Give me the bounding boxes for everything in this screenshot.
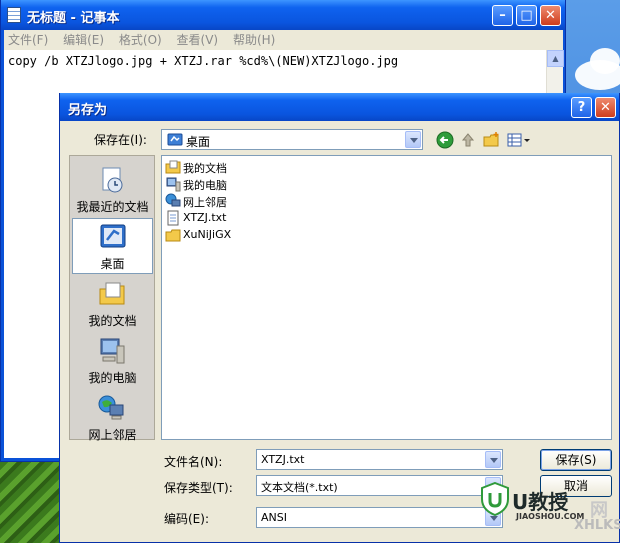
scroll-up-icon[interactable]: ▲ — [547, 50, 564, 67]
place-my-computer[interactable]: 我的电脑 — [72, 333, 153, 389]
desktop-place-icon — [100, 224, 126, 248]
place-my-documents[interactable]: 我的文档 — [72, 276, 153, 332]
file-name: 我的电脑 — [183, 179, 227, 192]
dialog-close-button[interactable]: ✕ — [595, 97, 616, 118]
file-name: XuNiJiGX — [183, 228, 232, 241]
menu-format[interactable]: 格式(O) — [119, 30, 162, 50]
network-icon — [165, 193, 181, 207]
save-button[interactable]: 保存(S) — [540, 449, 612, 471]
recent-documents-icon — [102, 167, 123, 193]
minimize-button[interactable]: – — [492, 5, 513, 26]
places-bar: 我最近的文档 桌面 我的文档 我的电脑 网上邻居 — [69, 155, 155, 442]
cloud — [590, 48, 620, 74]
notepad-content: copy /b XTZJlogo.jpg + XTZJ.rar %cd%\(NE… — [8, 54, 399, 68]
filename-value: XTZJ.txt — [261, 453, 305, 466]
network-icon — [98, 395, 124, 420]
place-label: 桌面 — [100, 257, 125, 271]
folder-documents-icon — [165, 160, 181, 174]
file-name: 网上邻居 — [183, 196, 227, 209]
up-folder-icon[interactable] — [459, 131, 477, 149]
watermark-brand: U教授 — [512, 490, 569, 514]
shield-logo-icon — [481, 482, 509, 516]
desktop-wallpaper-grass — [0, 462, 60, 543]
place-label: 我的文档 — [88, 314, 137, 328]
my-computer-icon — [100, 338, 125, 364]
my-documents-icon — [99, 282, 125, 305]
notepad-icon — [7, 7, 21, 23]
menu-file[interactable]: 文件(F) — [8, 30, 48, 50]
new-folder-icon[interactable] — [483, 131, 501, 149]
watermark-corner: 网 — [590, 500, 608, 521]
close-button[interactable]: ✕ — [540, 5, 561, 26]
text-file-icon — [167, 210, 179, 226]
file-name: XTZJ.txt — [183, 211, 227, 224]
filetype-label: 保存类型(T): — [164, 481, 233, 495]
notepad-menubar: 文件(F) 编辑(E) 格式(O) 查看(V) 帮助(H) — [4, 30, 563, 50]
help-button[interactable]: ? — [571, 97, 592, 118]
filetype-value: 文本文档(*.txt) — [261, 481, 338, 494]
place-desktop[interactable]: 桌面 — [72, 218, 153, 274]
filename-label: 文件名(N): — [164, 455, 223, 469]
encoding-value: ANSI — [261, 511, 287, 524]
file-list[interactable]: 我的文档 我的电脑 网上邻居 XTZJ.txt XuNiJiGX — [161, 155, 612, 440]
menu-edit[interactable]: 编辑(E) — [63, 30, 104, 50]
place-label: 我最近的文档 — [76, 200, 149, 214]
back-icon[interactable] — [436, 131, 454, 149]
watermark: U教授 JIAOSHOU.COM XHLKS.CN 网 — [478, 476, 620, 543]
filename-input[interactable]: XTZJ.txt — [256, 449, 503, 470]
notepad-title: 无标题 - 记事本 — [27, 11, 120, 26]
view-menu-icon[interactable] — [507, 131, 531, 149]
save-in-value: 桌面 — [186, 135, 211, 149]
folder-icon — [165, 229, 181, 242]
place-network[interactable]: 网上邻居 — [72, 390, 153, 446]
chevron-down-icon[interactable] — [485, 451, 501, 468]
save-in-dropdown[interactable]: 桌面 — [161, 129, 423, 150]
computer-icon — [166, 177, 181, 192]
notepad-titlebar[interactable]: 无标题 - 记事本 – □ ✕ — [1, 0, 565, 30]
file-name: 我的文档 — [183, 162, 227, 175]
place-label: 网上邻居 — [88, 428, 137, 442]
maximize-button[interactable]: □ — [516, 5, 537, 26]
place-label: 我的电脑 — [88, 371, 137, 385]
chevron-down-icon[interactable] — [405, 131, 421, 148]
menu-help[interactable]: 帮助(H) — [233, 30, 275, 50]
encoding-label: 编码(E): — [164, 512, 209, 526]
dialog-title: 另存为 — [68, 103, 108, 118]
encoding-dropdown[interactable]: ANSI — [256, 507, 503, 528]
dialog-titlebar[interactable]: 另存为 ? ✕ — [60, 93, 619, 121]
menu-view[interactable]: 查看(V) — [177, 30, 219, 50]
desktop-icon — [167, 133, 183, 146]
place-recent-documents[interactable]: 我最近的文档 — [72, 162, 153, 218]
filetype-dropdown[interactable]: 文本文档(*.txt) — [256, 475, 503, 496]
save-in-label: 保存在(I): — [94, 133, 147, 147]
